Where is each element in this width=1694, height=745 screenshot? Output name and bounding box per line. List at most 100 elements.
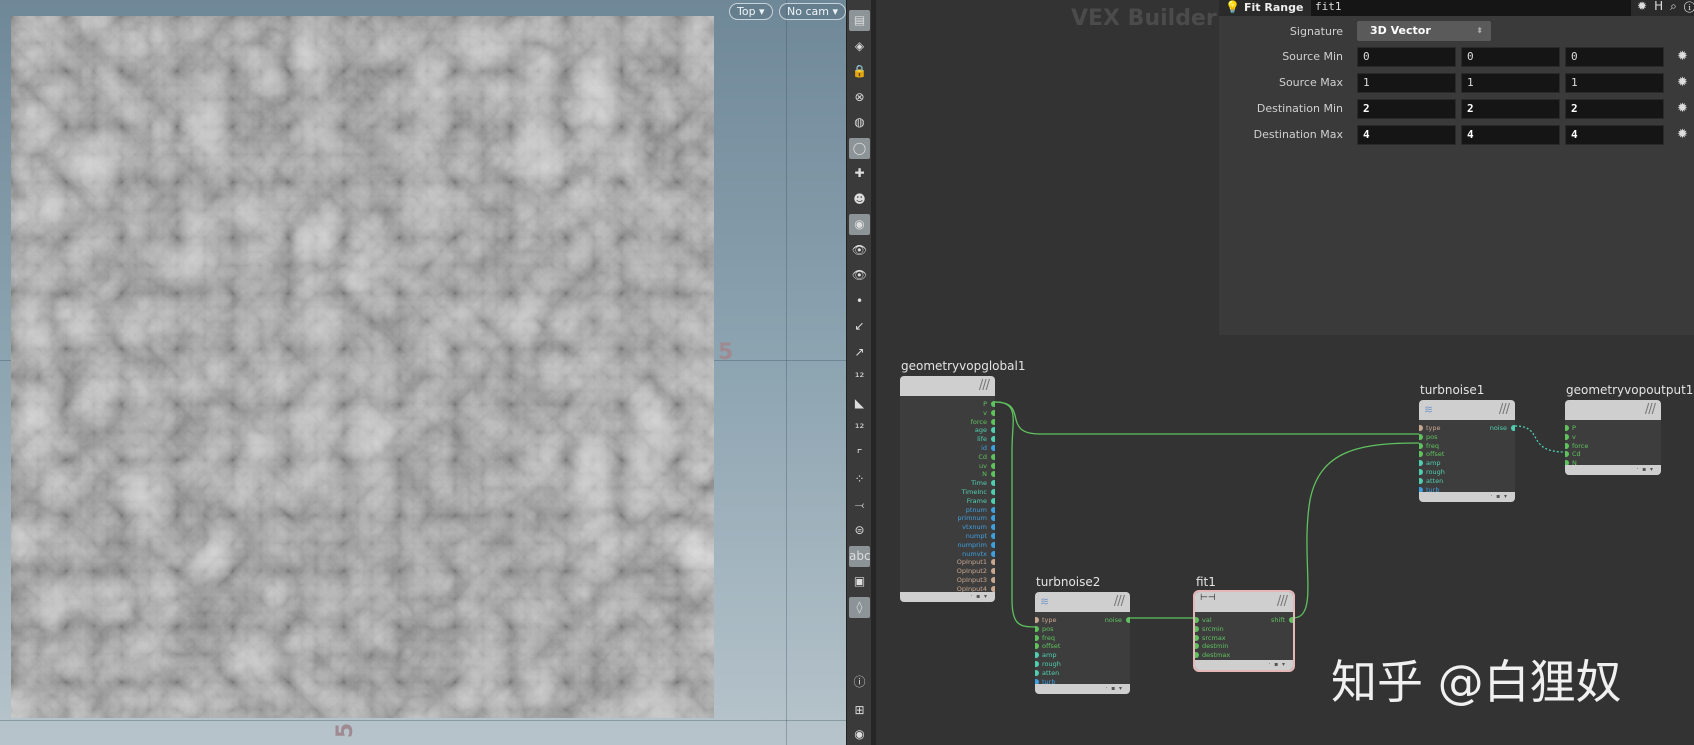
output-port[interactable]: [991, 409, 995, 416]
output-port[interactable]: [1126, 617, 1130, 623]
wire-P-to-turbnoise2-pos: [994, 401, 1036, 628]
input-port[interactable]: [1419, 442, 1423, 449]
input-port-label: pos: [1426, 432, 1438, 441]
info-icon[interactable]: ⓘ: [1684, 0, 1694, 13]
channel-gear-icon[interactable]: ✹: [1677, 100, 1691, 118]
input-port-label: type: [1426, 424, 1441, 432]
updown-icon: ⬍: [1476, 26, 1483, 35]
node-geometryvopoutput1[interactable]: ///Pv force Cd N · ▪ ▾: [1565, 400, 1661, 475]
output-port[interactable]: [991, 506, 995, 513]
output-port[interactable]: [1289, 617, 1293, 623]
input-port[interactable]: [1419, 433, 1423, 440]
channel-gear-icon[interactable]: ✹: [1677, 126, 1691, 144]
node-turbnoise2[interactable]: ///≋ type pos freq offset amp rough atten turb no…: [1035, 592, 1130, 694]
input-port[interactable]: [1195, 625, 1199, 632]
node-fit1[interactable]: /// ⊢⊣ val srcmin srcmax destmin destmax shift ·…: [1193, 590, 1295, 672]
input-port-label: destmax: [1202, 651, 1231, 660]
output-port[interactable]: [991, 436, 995, 443]
input-port[interactable]: [1195, 617, 1199, 623]
output-port[interactable]: [1511, 425, 1515, 431]
param-label: Source Min: [1282, 50, 1343, 63]
search-icon[interactable]: ⌕: [1670, 0, 1684, 13]
input-port[interactable]: [1565, 425, 1569, 431]
input-port-label: offset: [1426, 450, 1445, 459]
output-port[interactable]: [991, 559, 995, 566]
node-name: turbnoise2: [1036, 575, 1101, 589]
param-field[interactable]: 2: [1461, 99, 1560, 119]
param-field[interactable]: 2: [1357, 99, 1456, 119]
input-port[interactable]: [1419, 451, 1423, 458]
output-port[interactable]: [991, 541, 995, 548]
input-port[interactable]: [1565, 433, 1569, 440]
output-port[interactable]: [991, 427, 995, 434]
input-port[interactable]: [1035, 661, 1039, 667]
node-flags[interactable]: ///: [1114, 594, 1125, 609]
node-flags[interactable]: ///: [979, 378, 990, 393]
node-footer: · ▪ ▾: [1565, 465, 1661, 475]
input-port[interactable]: [1419, 477, 1423, 484]
output-port[interactable]: [991, 471, 995, 478]
node-geometryvopglobal1[interactable]: /// Pv force age life id Cd uv N Time TimeInc Frame…: [900, 376, 995, 602]
input-port[interactable]: [1195, 634, 1199, 641]
param-field[interactable]: 1: [1461, 73, 1560, 93]
input-port[interactable]: [1035, 643, 1039, 650]
output-port[interactable]: [991, 489, 995, 495]
param-field[interactable]: 4: [1357, 125, 1456, 145]
output-port[interactable]: [991, 515, 995, 522]
input-port[interactable]: [1035, 634, 1039, 641]
input-port[interactable]: [1565, 442, 1569, 449]
param-field[interactable]: 0: [1565, 47, 1664, 67]
output-port[interactable]: [991, 497, 995, 504]
input-port-label: srcmax: [1202, 633, 1226, 642]
input-port[interactable]: [1035, 652, 1039, 659]
signature-dropdown[interactable]: 3D Vector ⬍: [1357, 21, 1491, 41]
input-port[interactable]: [1419, 460, 1423, 467]
output-port[interactable]: [991, 568, 995, 575]
node-turbnoise1[interactable]: ///≋ type pos freq offset amp rough atten turb no…: [1419, 400, 1515, 502]
node-flags[interactable]: ///: [1277, 594, 1288, 609]
output-port[interactable]: [991, 524, 995, 531]
output-port[interactable]: [991, 418, 995, 425]
output-port[interactable]: [991, 462, 995, 469]
output-port[interactable]: [991, 577, 995, 583]
output-port[interactable]: [991, 480, 995, 487]
param-field[interactable]: 0: [1461, 47, 1560, 67]
param-field[interactable]: 4: [1461, 125, 1560, 145]
header-icons[interactable]: ✹H⌕ⓘ?: [1637, 0, 1694, 14]
node-flags[interactable]: ///: [1499, 402, 1510, 417]
param-field[interactable]: 1: [1357, 73, 1456, 93]
node-header: /// ⊢⊣: [1195, 592, 1293, 612]
output-port[interactable]: [991, 550, 995, 557]
output-port[interactable]: [991, 445, 995, 451]
node-name-field[interactable]: fit1: [1311, 0, 1631, 16]
noise-icon: ≋: [1040, 595, 1050, 608]
node-flags[interactable]: ///: [1645, 402, 1656, 417]
input-port[interactable]: [1035, 617, 1039, 623]
input-port[interactable]: [1035, 625, 1039, 632]
output-port-label: noise: [1489, 424, 1507, 432]
fit-icon: ⊢⊣: [1200, 593, 1216, 603]
input-port[interactable]: [1419, 469, 1423, 475]
input-port[interactable]: [1035, 669, 1039, 676]
input-port[interactable]: [1565, 451, 1569, 458]
channel-gear-icon[interactable]: ✹: [1677, 48, 1691, 66]
input-port[interactable]: [1195, 643, 1199, 650]
input-port-label: rough: [1426, 468, 1445, 476]
input-port[interactable]: [1419, 425, 1423, 431]
hda-icon[interactable]: H: [1654, 0, 1670, 13]
input-port[interactable]: [1195, 652, 1199, 659]
output-port[interactable]: [991, 585, 995, 592]
param-field[interactable]: 0: [1357, 47, 1456, 67]
output-port[interactable]: [991, 453, 995, 460]
output-port[interactable]: [991, 401, 995, 407]
channel-gear-icon[interactable]: ✹: [1677, 74, 1691, 92]
gear-icon[interactable]: ✹: [1637, 0, 1654, 13]
node-name: turbnoise1: [1420, 383, 1485, 397]
param-field[interactable]: 2: [1565, 99, 1664, 119]
output-port[interactable]: [991, 533, 995, 539]
input-port-label: rough: [1042, 660, 1061, 668]
param-field[interactable]: 1: [1565, 73, 1664, 93]
param-field[interactable]: 4: [1565, 125, 1664, 145]
input-port-label: offset: [1042, 642, 1061, 651]
output-port-label: life: [977, 435, 987, 444]
